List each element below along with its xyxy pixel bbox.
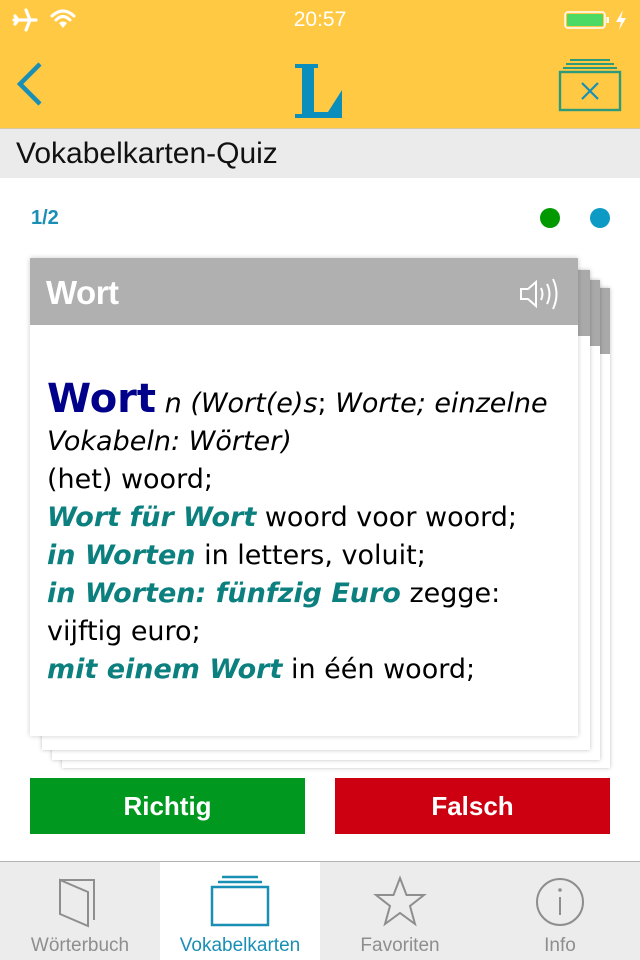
tab-bar: Wörterbuch Vokabelkarten Favoriten Info xyxy=(0,861,640,960)
card-title: Wort xyxy=(46,274,119,311)
example: in Worten in letters, voluit; xyxy=(47,540,426,571)
flashcards-icon xyxy=(210,875,270,927)
tab-vokabelkarten[interactable]: Vokabelkarten xyxy=(160,862,320,960)
wrong-button[interactable]: Falsch xyxy=(335,778,610,834)
page-title: Vokabelkarten-Quiz xyxy=(16,137,278,170)
navigation-bar xyxy=(0,40,640,128)
card-header: Wort xyxy=(30,258,578,325)
status-bar: 20:57 xyxy=(0,0,640,40)
charging-bolt-icon xyxy=(616,10,626,30)
tab-label: Favoriten xyxy=(360,935,440,956)
tab-label: Vokabelkarten xyxy=(179,935,301,956)
example-phrase: in Worten xyxy=(47,540,196,571)
chevron-left-icon xyxy=(16,62,42,106)
speaker-icon xyxy=(520,278,558,310)
headword: Wort xyxy=(47,376,157,422)
clock: 20:57 xyxy=(293,8,347,31)
quiz-progress: 1/2 xyxy=(31,207,59,229)
example-phrase: in Worten: fünfzig Euro xyxy=(47,578,401,609)
flashcard: Wort Wort n (Wort(e)s; Worte; einzelne V… xyxy=(30,258,578,736)
tab-info[interactable]: Info xyxy=(480,862,640,960)
tab-label: Wörterbuch xyxy=(30,935,130,956)
tab-woerterbuch[interactable]: Wörterbuch xyxy=(0,862,160,960)
top-bar: 20:57 xyxy=(0,0,640,128)
close-quiz-button[interactable] xyxy=(558,56,622,112)
example: Wort für Wort woord voor woord; xyxy=(47,502,517,533)
example-translation: in één woord; xyxy=(282,654,476,685)
example: mit einem Wort in één woord; xyxy=(47,654,475,685)
example-phrase: Wort für Wort xyxy=(47,502,257,533)
example-translation: woord voor woord; xyxy=(256,502,517,533)
section-header: Vokabelkarten-Quiz xyxy=(0,128,640,178)
correct-button[interactable]: Richtig xyxy=(30,778,305,834)
tab-label: Info xyxy=(544,935,576,956)
book-icon xyxy=(59,878,95,928)
pronunciation-button[interactable] xyxy=(518,276,564,312)
example-phrase: mit einem Wort xyxy=(47,654,283,685)
main-translation: (het) woord; xyxy=(47,464,213,495)
result-indicator-current xyxy=(590,208,610,228)
dictionary-entry: Wort n (Wort(e)s; Worte; einzelne Vokabe… xyxy=(47,379,567,689)
info-icon xyxy=(536,878,584,926)
result-indicator-correct xyxy=(540,208,560,228)
back-button[interactable] xyxy=(10,58,50,110)
example-translation: in letters, voluit; xyxy=(195,540,426,571)
tab-favoriten[interactable]: Favoriten xyxy=(320,862,480,960)
card-stack-close-icon xyxy=(558,59,622,112)
battery-icon xyxy=(564,11,609,29)
example: in Worten: fünfzig Euro zegge: vijftig e… xyxy=(47,578,500,647)
langenscheidt-logo xyxy=(295,64,342,118)
star-icon xyxy=(373,875,427,927)
